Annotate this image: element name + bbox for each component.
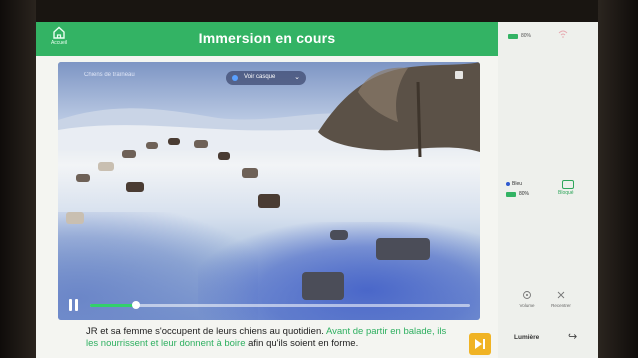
video-dog <box>218 152 230 160</box>
progress-knob[interactable] <box>131 301 140 309</box>
video-dog <box>258 194 280 208</box>
video-caption: JR et sa femme s'occupent de leurs chien… <box>86 326 456 350</box>
progress-bar[interactable] <box>90 301 470 309</box>
video-dog <box>242 168 258 178</box>
fullscreen-icon[interactable] <box>454 70 464 80</box>
video-dog <box>146 142 158 149</box>
headset-icon <box>562 180 574 189</box>
recenter-icon <box>557 291 565 299</box>
battery-text: 80% <box>521 33 532 39</box>
wifi-icon <box>558 30 568 38</box>
video-dog <box>126 182 144 192</box>
recenter-label: Recentrer <box>551 303 571 308</box>
video-overlay-label: Chiens de traîneau <box>84 72 135 78</box>
device-bezel-left <box>0 0 36 358</box>
headset-name: Bleu <box>512 181 523 187</box>
battery-icon <box>508 34 518 39</box>
video-dog <box>98 162 114 171</box>
volume-tool[interactable]: Volume <box>514 290 540 308</box>
pause-icon-bar <box>69 299 72 311</box>
headset-dot-icon <box>232 75 238 81</box>
sidebar: 80% Bleu 80% Bloqué Volume Recentrer Lum… <box>498 22 598 358</box>
device-bezel-top <box>0 0 638 22</box>
headset-color-dot-icon <box>506 182 510 186</box>
light-label: Lumière <box>514 334 540 341</box>
caption-text: JR et sa femme s'occupent de leurs chien… <box>86 326 326 337</box>
exit-icon[interactable]: ↪ <box>568 330 577 343</box>
device-bezel-right <box>598 0 638 358</box>
video-dog <box>122 150 136 158</box>
side-tools: Volume Recentrer <box>514 290 584 320</box>
video-dog <box>76 174 90 182</box>
pause-button[interactable] <box>69 299 79 311</box>
volume-label: Volume <box>519 303 535 308</box>
volume-icon <box>523 291 531 299</box>
video-rock <box>330 230 348 240</box>
headset-battery-text: 80% <box>519 191 530 197</box>
video-player[interactable]: Chiens de traîneau Voir casque ⌄ <box>58 62 480 320</box>
pause-icon-bar <box>75 299 78 311</box>
page-title: Immersion en cours <box>198 30 336 46</box>
video-rock <box>302 272 344 300</box>
tablet-screen: Accueil Immersion en cours Chiens de tra… <box>36 22 598 358</box>
video-dog <box>66 212 84 224</box>
recenter-tool[interactable]: Recentrer <box>548 290 574 308</box>
light-control[interactable]: Lumière ↪ <box>514 330 594 352</box>
progress-fill <box>90 304 136 307</box>
caption-text-end: afin qu'ils soient en forme. <box>245 338 359 349</box>
video-tree <box>318 62 480 158</box>
headset-selector[interactable]: Voir casque ⌄ <box>226 71 306 85</box>
tablet-battery: 80% <box>508 32 538 42</box>
next-button[interactable] <box>469 333 491 355</box>
headset-battery-icon <box>506 192 516 197</box>
headset-selector-label: Voir casque <box>244 74 276 80</box>
video-rock <box>376 238 430 260</box>
headset-sub-label: Bloqué <box>558 190 574 196</box>
video-dog <box>194 140 208 148</box>
video-dog <box>168 138 180 145</box>
skip-next-icon <box>475 339 485 349</box>
app-header: Accueil Immersion en cours <box>36 22 498 56</box>
headset-status[interactable]: Bleu 80% Bloqué <box>506 180 594 210</box>
chevron-down-icon: ⌄ <box>294 74 300 81</box>
main-content: Chiens de traîneau Voir casque ⌄ JR et s… <box>36 56 498 358</box>
